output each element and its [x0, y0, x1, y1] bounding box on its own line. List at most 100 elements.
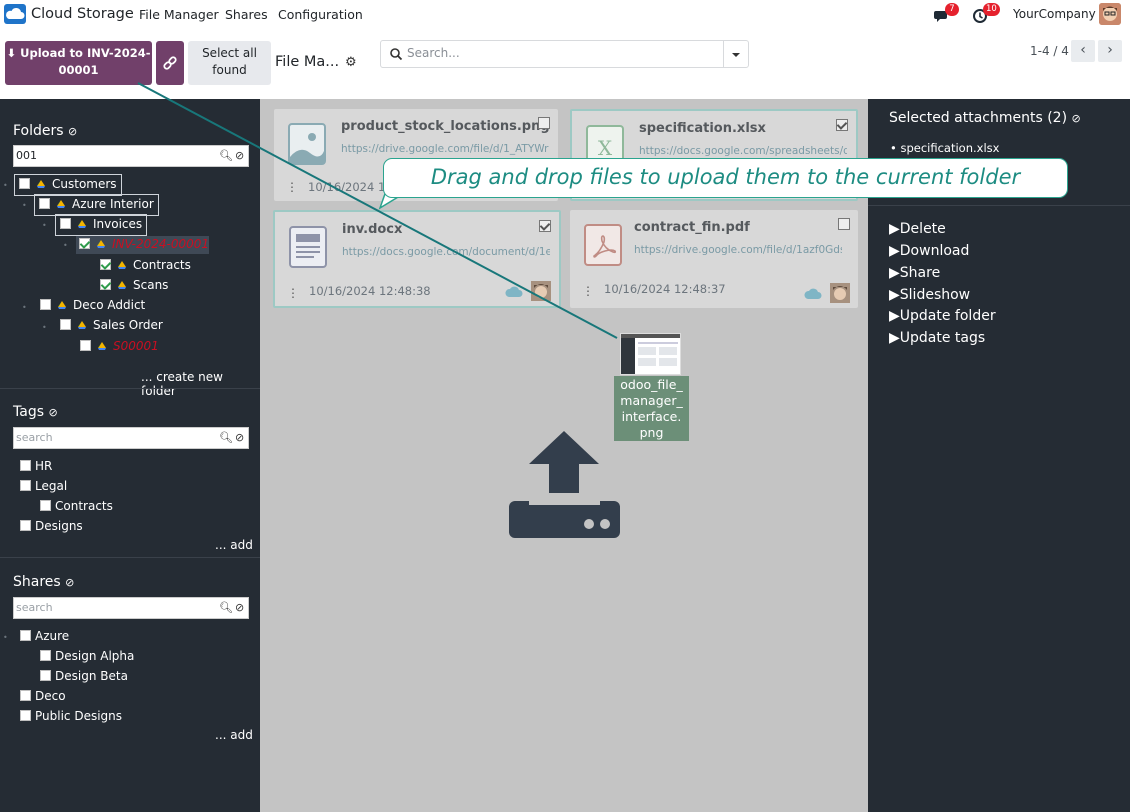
share-action[interactable]: ▶Share [889, 265, 940, 281]
download-action[interactable]: ▶Download [889, 243, 969, 259]
selected-attachment-item[interactable]: • specification.xlsx [890, 141, 999, 155]
folder-label: Scans [133, 278, 169, 292]
checkbox[interactable] [80, 340, 91, 351]
folder-sales-order[interactable]: Sales Order [60, 318, 163, 336]
tag-contracts[interactable]: Contracts [40, 499, 113, 517]
tag-designs[interactable]: Designs [20, 519, 83, 537]
select-all-button[interactable]: Select all found [188, 41, 271, 85]
menu-shares[interactable]: Shares [225, 7, 268, 22]
search-icon[interactable]: 🔍︎ [219, 431, 233, 444]
checkbox[interactable] [60, 218, 71, 229]
add-share-link[interactable]: ... add [215, 728, 253, 742]
share-design-beta[interactable]: Design Beta [40, 669, 128, 687]
share-public-designs[interactable]: Public Designs [20, 709, 122, 727]
pager-next-button[interactable]: › [1098, 40, 1122, 62]
folder-scans[interactable]: Scans [100, 278, 168, 296]
folder-inv-2024-00001[interactable]: INV-2024-00001 [76, 236, 209, 254]
select-checkbox[interactable] [838, 218, 850, 230]
search-icon[interactable]: 🔍︎ [219, 601, 233, 614]
file-name[interactable]: inv.docx [342, 222, 402, 237]
checkbox[interactable] [40, 670, 51, 681]
folder-azure-interior[interactable]: Azure Interior [34, 194, 159, 216]
folder-contracts[interactable]: Contracts [100, 258, 191, 276]
file-name[interactable]: contract_fin.pdf [634, 220, 750, 235]
update-tags-action[interactable]: ▶Update tags [889, 330, 985, 346]
user-avatar[interactable] [1099, 3, 1121, 25]
gear-icon[interactable]: ⚙ [345, 55, 357, 70]
clear-filter-icon[interactable]: ⊘ [68, 125, 77, 138]
folder-invoices[interactable]: Invoices [54, 214, 148, 236]
pager-previous-button[interactable]: ‹ [1071, 40, 1095, 62]
file-url[interactable]: https://drive.google.com/file/d/1_ATYWr [341, 143, 549, 155]
folder-filter-input[interactable] [16, 149, 216, 162]
tag-search-input[interactable] [16, 431, 216, 444]
update-folder-action[interactable]: ▶Update folder [889, 308, 996, 324]
checkbox[interactable] [20, 460, 31, 471]
checkbox[interactable] [40, 500, 51, 511]
slideshow-action[interactable]: ▶Slideshow [889, 287, 970, 303]
checkbox[interactable] [39, 198, 50, 209]
divider [868, 205, 1130, 206]
checkbox[interactable] [60, 319, 71, 330]
clear-filter-icon[interactable]: ⊘ [48, 406, 57, 419]
clear-filter-icon[interactable]: ⊘ [65, 576, 74, 589]
share-deco[interactable]: Deco [20, 689, 66, 707]
clear-icon[interactable]: ⊘ [235, 601, 244, 614]
cloud-storage-logo-icon[interactable] [4, 4, 26, 24]
file-url[interactable]: https://drive.google.com/file/d/1azf0Gds [634, 244, 842, 256]
checkbox[interactable] [19, 178, 30, 189]
select-checkbox[interactable] [538, 117, 550, 129]
checkbox-checked[interactable] [100, 259, 111, 270]
add-tag-link[interactable]: ... add [215, 538, 253, 552]
checkbox[interactable] [20, 690, 31, 701]
menu-file-manager[interactable]: File Manager [139, 7, 219, 22]
share-search-input[interactable] [16, 601, 216, 614]
file-card[interactable]: contract_fin.pdf https://drive.google.co… [570, 210, 858, 308]
file-url[interactable]: https://docs.google.com/spreadsheets/d [639, 145, 847, 157]
checkbox[interactable] [40, 650, 51, 661]
owner-avatar[interactable] [531, 281, 551, 301]
kebab-menu-icon[interactable]: ⋮ [287, 286, 299, 300]
folder-customers[interactable]: Customers [14, 174, 122, 196]
file-name[interactable]: product_stock_locations.png [341, 119, 550, 134]
file-url[interactable]: https://docs.google.com/document/d/1e [342, 246, 550, 258]
select-checkbox-checked[interactable] [539, 220, 551, 232]
kebab-menu-icon[interactable]: ⋮ [286, 180, 298, 194]
kebab-menu-icon[interactable]: ⋮ [582, 284, 594, 298]
file-card[interactable]: inv.docx https://docs.google.com/documen… [273, 210, 561, 308]
search-input[interactable] [407, 46, 707, 60]
checkbox[interactable] [40, 299, 51, 310]
caret-down-icon[interactable] [731, 52, 741, 58]
dragged-file-thumbnail[interactable] [620, 333, 681, 375]
tag-label: Legal [35, 479, 68, 493]
tag-legal[interactable]: Legal [20, 479, 67, 497]
delete-action[interactable]: ▶Delete [889, 221, 946, 237]
checkbox[interactable] [20, 630, 31, 641]
folder-s00001[interactable]: S00001 [80, 339, 159, 357]
tag-hr[interactable]: HR [20, 459, 52, 477]
select-checkbox-checked[interactable] [836, 119, 848, 131]
share-search-field: 🔍︎ ⊘ [13, 597, 249, 619]
clear-selection-icon[interactable]: ⊘ [1072, 112, 1081, 125]
company-switcher[interactable]: YourCompany [1013, 7, 1096, 21]
owner-avatar[interactable] [830, 283, 850, 303]
search-icon[interactable]: 🔍︎ [219, 149, 233, 162]
checkbox[interactable] [20, 480, 31, 491]
create-folder-link[interactable]: ... create new folder [141, 370, 260, 398]
add-url-button[interactable] [156, 41, 184, 85]
checkbox[interactable] [20, 520, 31, 531]
menu-configuration[interactable]: Configuration [278, 7, 363, 22]
folder-deco-addict[interactable]: Deco Addict [40, 298, 145, 316]
pager-value[interactable]: 1-4 / 4 [1030, 44, 1069, 58]
checkbox-checked[interactable] [100, 279, 111, 290]
share-design-alpha[interactable]: Design Alpha [40, 649, 134, 667]
checkbox-checked[interactable] [79, 238, 90, 249]
share-azure[interactable]: Azure [20, 629, 69, 647]
checkbox[interactable] [20, 710, 31, 721]
upload-button[interactable]: ⬇ Upload to INV-2024-00001 [5, 41, 152, 85]
file-name[interactable]: specification.xlsx [639, 121, 766, 136]
clear-icon[interactable]: ⊘ [235, 149, 244, 162]
app-title[interactable]: Cloud Storage [31, 6, 134, 22]
screenshot-thumbnail-icon [621, 334, 680, 374]
clear-icon[interactable]: ⊘ [235, 431, 244, 444]
